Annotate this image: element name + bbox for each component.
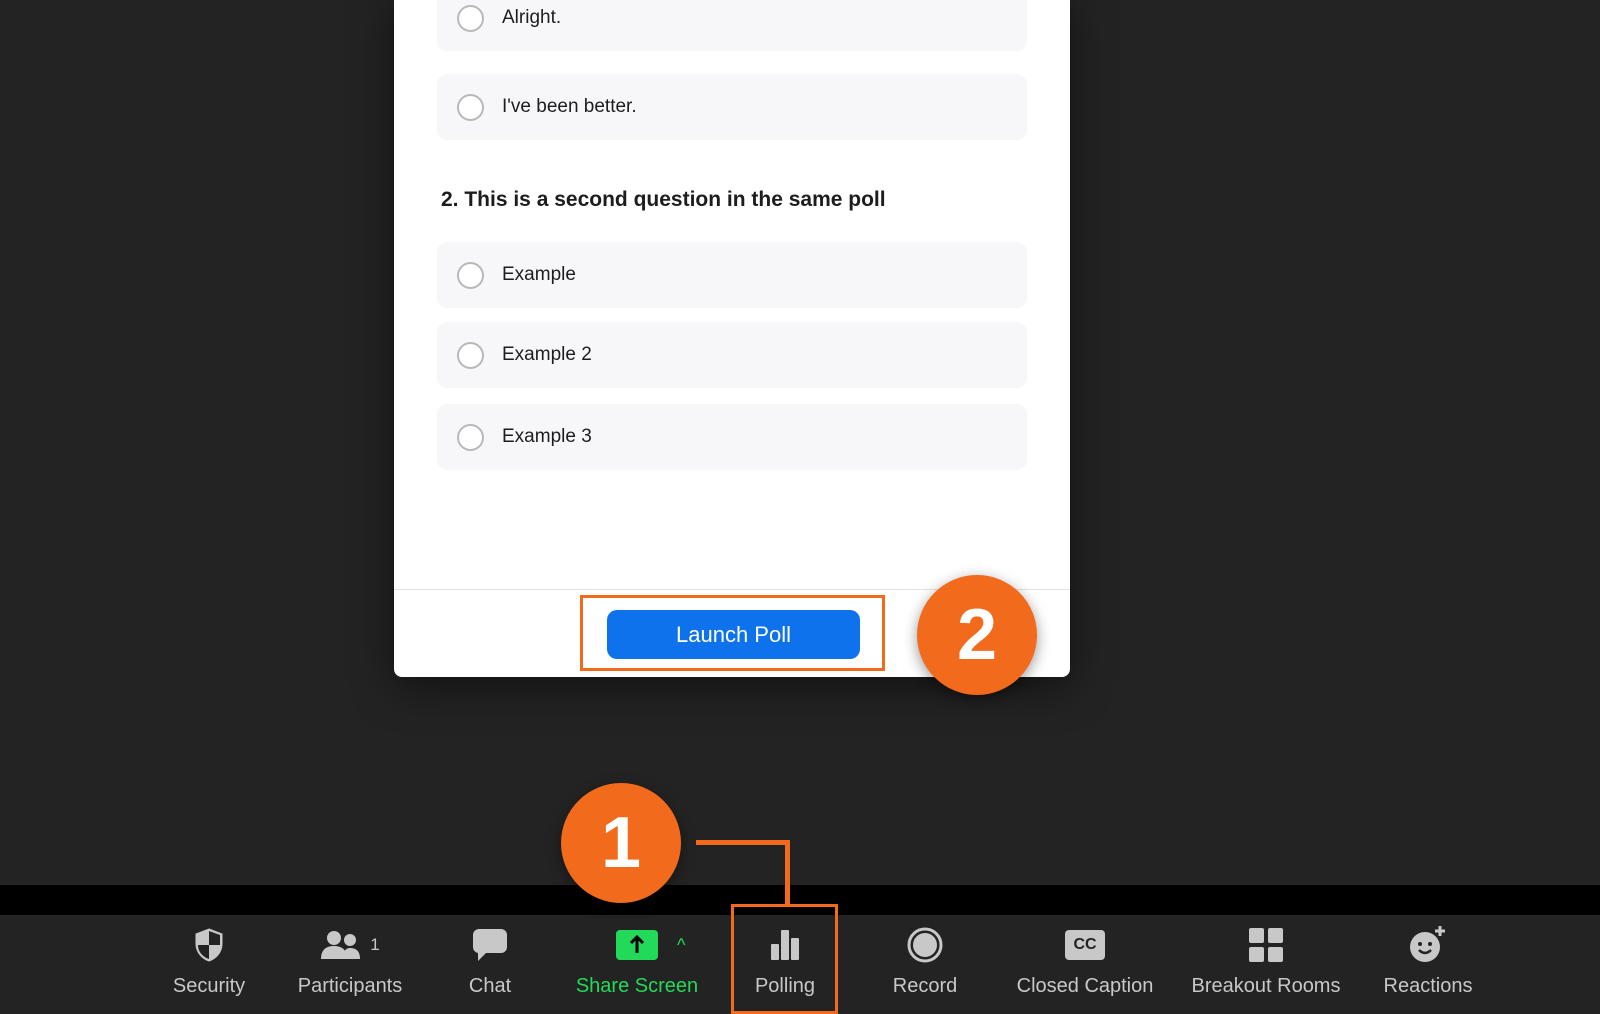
radio-button[interactable] [457,4,484,32]
record-icon [840,925,1010,965]
callout-connector [785,840,790,906]
share-screen-button[interactable]: ^ Share Screen [552,925,722,998]
option-label: Example 3 [502,426,592,447]
record-button[interactable]: Record [840,925,1010,998]
reactions-button[interactable]: Reactions [1343,925,1513,998]
cc-badge: CC [1065,930,1105,960]
poll-option[interactable]: Example 2 [437,322,1027,388]
radio-button[interactable] [457,341,484,369]
closed-caption-icon: CC [1000,925,1170,965]
callout-connector [696,840,790,845]
highlight-polling-box [731,904,838,1014]
callout-step-1: 1 [561,783,681,903]
option-label: Example [502,264,576,285]
highlight-launch-box [580,595,885,671]
chat-button[interactable]: Chat [405,925,575,998]
poll-option[interactable]: Example [437,242,1027,308]
chat-label: Chat [468,975,512,997]
share-options-caret-icon[interactable]: ^ [677,935,685,956]
breakout-rooms-label: Breakout Rooms [1191,975,1341,997]
option-label: Alright. [502,7,562,28]
option-label: Example 2 [502,344,592,365]
share-screen-icon: ^ [552,925,722,965]
breakout-grid-icon [1181,925,1351,965]
radio-button[interactable] [457,423,484,451]
participants-count: 1 [370,935,380,954]
record-label: Record [892,975,958,997]
poll-option[interactable]: Alright. [437,0,1027,51]
share-screen-label: Share Screen [575,975,699,997]
breakout-rooms-button[interactable]: Breakout Rooms [1181,925,1351,998]
closed-caption-button[interactable]: CC Closed Caption [1000,925,1170,998]
poll-option[interactable]: I've been better. [437,74,1027,140]
chat-bubble-icon [405,925,575,965]
reactions-label: Reactions [1383,975,1473,997]
radio-button[interactable] [457,93,484,121]
poll-option[interactable]: Example 3 [437,404,1027,470]
question-title: 2. This is a second question in the same… [441,188,886,211]
callout-step-2: 2 [917,575,1037,695]
smiley-plus-icon [1343,925,1513,965]
closed-caption-label: Closed Caption [1016,975,1154,997]
option-label: I've been better. [502,96,637,117]
radio-button[interactable] [457,261,484,289]
